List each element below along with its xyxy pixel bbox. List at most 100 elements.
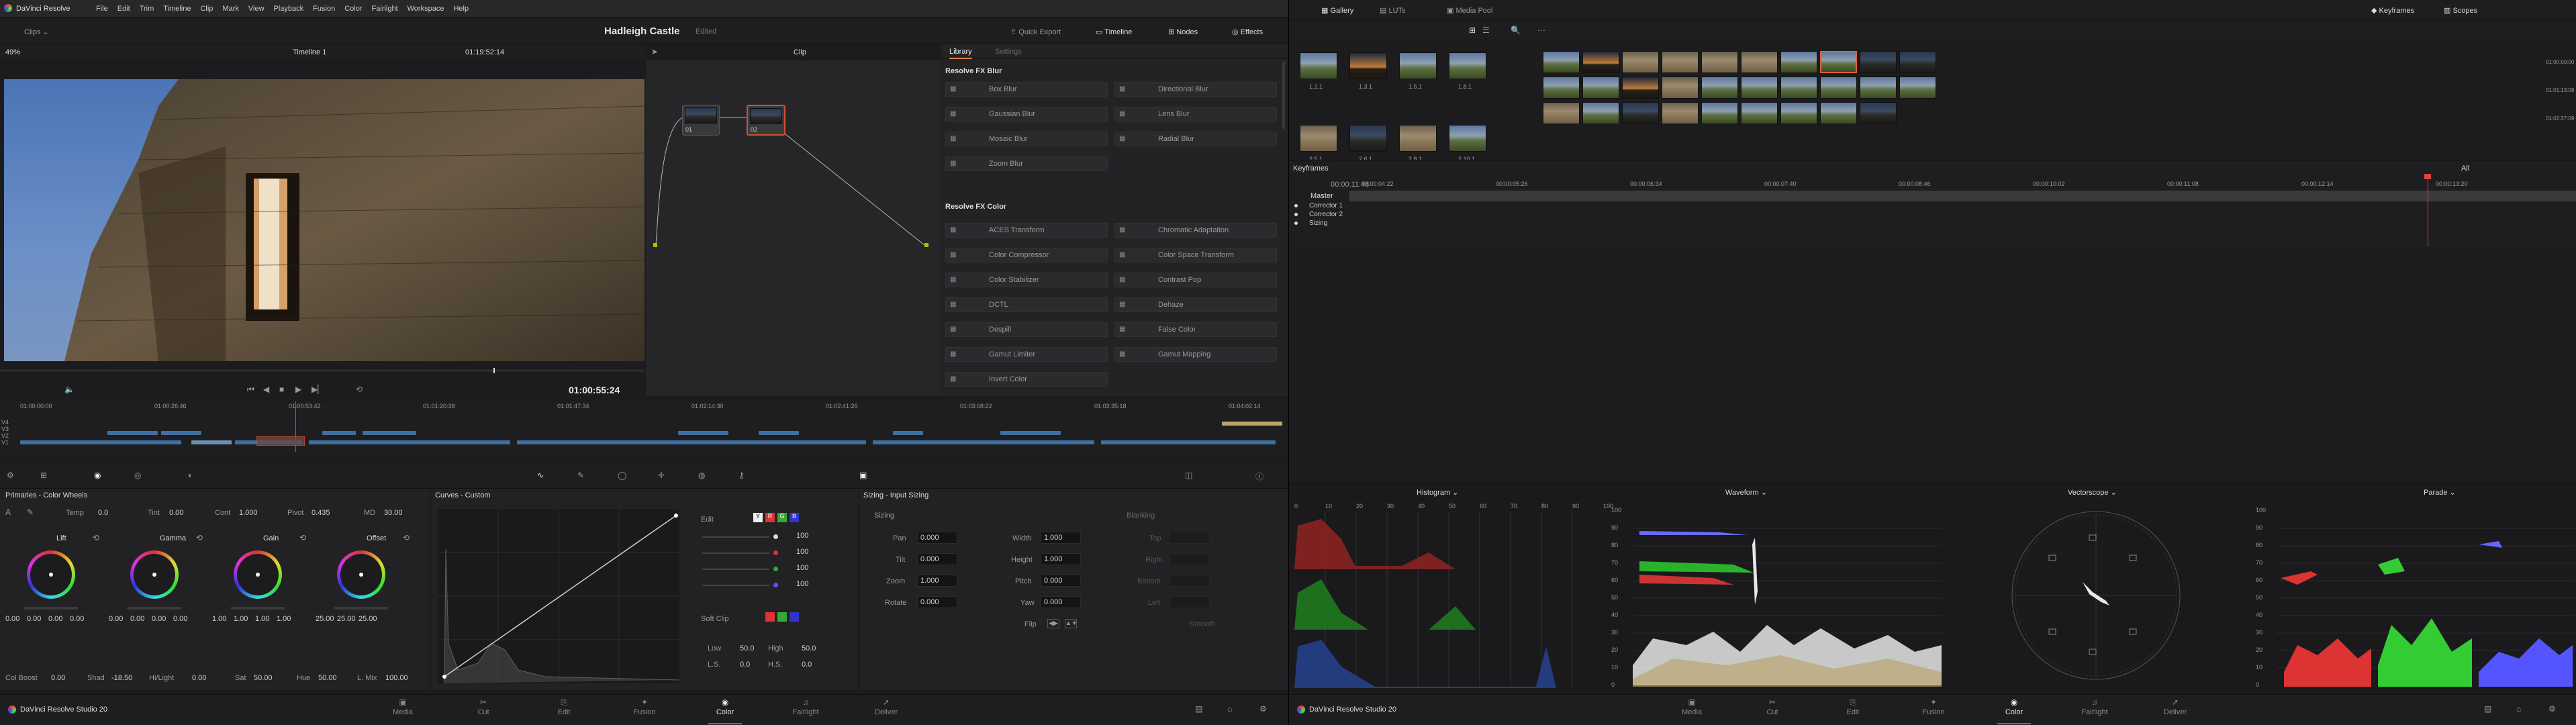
step-forward-button[interactable]: ▶▏ — [312, 385, 324, 394]
master-wheel-ring[interactable] — [334, 607, 388, 610]
effect-item[interactable]: ▦ Chromatic Adaptation — [1114, 223, 1277, 238]
effect-item[interactable]: ▦ Despill — [945, 322, 1108, 337]
media-clip-thumbnail[interactable] — [1701, 51, 1738, 73]
effect-item[interactable]: ▦ DCTL — [945, 297, 1108, 312]
page-tab-media[interactable]: ▣ Media — [1665, 697, 1719, 716]
curves-icon[interactable]: ∿ — [537, 471, 544, 480]
qualifier-icon[interactable]: ✎ — [577, 471, 584, 480]
channel-b[interactable]: B — [790, 513, 799, 522]
cont-value[interactable]: 1.000 — [239, 509, 258, 517]
effect-item[interactable]: ▦ Zoom Blur — [945, 156, 1108, 171]
media-clip-thumbnail[interactable] — [1780, 77, 1817, 99]
intensity-slider[interactable] — [702, 585, 769, 586]
reset-icon[interactable]: ⟲ — [93, 533, 99, 542]
page-tab-edit[interactable]: ⎘ Edit — [1826, 697, 1880, 716]
sizing-icon[interactable]: ▣ — [859, 471, 867, 480]
viewer-image[interactable] — [4, 79, 645, 361]
effect-item[interactable]: ▦ Color Compressor — [945, 248, 1108, 262]
high-value[interactable]: 50.0 — [802, 644, 816, 652]
menu-item[interactable]: Color — [344, 5, 362, 13]
menu-item[interactable]: Trim — [140, 5, 154, 13]
media-clip-thumbnail[interactable] — [1582, 51, 1619, 73]
media-clip-thumbnail[interactable] — [1741, 51, 1778, 73]
temp-value[interactable]: 0.0 — [98, 509, 108, 517]
wheel-value[interactable]: 1.00 — [212, 615, 226, 623]
media-clip-thumbnail[interactable] — [1741, 102, 1778, 124]
parade-title[interactable]: Parade ⌄ — [2424, 488, 2456, 497]
wheel-value[interactable]: 0.00 — [109, 615, 123, 623]
still-thumbnail[interactable] — [1300, 125, 1337, 152]
effect-item[interactable]: ▦ Gaussian Blur — [945, 107, 1108, 122]
menu-item[interactable]: Mark — [222, 5, 238, 13]
project-manager-icon[interactable]: ▤ — [1195, 704, 1202, 714]
media-clip-thumbnail[interactable] — [1582, 77, 1619, 99]
media-clip-thumbnail[interactable] — [1860, 77, 1897, 99]
flip-vertical-icon[interactable]: ▲▼ — [1065, 619, 1078, 628]
width-value[interactable]: 1.000 — [1041, 532, 1081, 544]
gallery-tab[interactable]: ▦ Gallery — [1321, 6, 1353, 15]
softclip-channel-r[interactable] — [765, 612, 775, 622]
stop-button[interactable]: ■ — [279, 385, 284, 394]
lmix-value[interactable]: 100.00 — [385, 674, 408, 682]
tint-value[interactable]: 0.00 — [169, 509, 183, 517]
page-tab-edit[interactable]: ⎘ Edit — [537, 697, 591, 716]
keyframe-row-dot[interactable] — [1294, 204, 1298, 207]
media-clip-thumbnail[interactable] — [1622, 77, 1659, 99]
mini-timeline[interactable]: 01:00:00:00 01:00:26:46 01:00:53:42 01:01:2… — [0, 401, 1288, 455]
effect-item[interactable]: ▦ Invert Color — [945, 372, 1108, 387]
page-tab-deliver[interactable]: ➚ Deliver — [2148, 697, 2202, 716]
library-scrollbar[interactable] — [1282, 62, 1285, 129]
effect-item[interactable]: ▦ Mosaic Blur — [945, 132, 1108, 146]
low-value[interactable]: 50.0 — [740, 644, 754, 652]
effect-item[interactable]: ▦ Radial Blur — [1114, 132, 1277, 146]
menu-item[interactable]: Timeline — [163, 5, 191, 13]
timeline-select[interactable]: Timeline 1 — [293, 48, 326, 56]
project-manager-icon[interactable]: ▤ — [2484, 704, 2491, 714]
picker-icon[interactable]: ✎ — [27, 508, 34, 517]
still-thumbnail[interactable] — [1349, 125, 1387, 152]
media-clip-thumbnail[interactable] — [1860, 102, 1897, 124]
master-wheel-ring[interactable] — [24, 607, 78, 610]
menu-app[interactable]: DaVinci Resolve — [16, 5, 70, 13]
waveform-title[interactable]: Waveform ⌄ — [1725, 488, 1767, 497]
media-clip-thumbnail[interactable] — [1899, 77, 1936, 99]
media-clip-thumbnail[interactable] — [1701, 77, 1738, 99]
effect-item[interactable]: ▦ Contrast Pop — [1114, 273, 1277, 287]
wheel-value[interactable]: 0.00 — [152, 615, 166, 623]
page-tab-fairlight[interactable]: ♫ Fairlight — [779, 697, 832, 716]
media-clip-thumbnail[interactable] — [1780, 102, 1817, 124]
wheel-value[interactable]: 25.00 — [316, 615, 334, 623]
page-tab-deliver[interactable]: ➚ Deliver — [859, 697, 913, 716]
auto-balance-icon[interactable]: A — [5, 508, 11, 517]
intensity-value[interactable]: 100 — [796, 564, 808, 572]
pointer-tool-icon[interactable]: ➤ — [651, 47, 658, 56]
quick-export-button[interactable]: ⇪ Quick Export — [1010, 28, 1061, 36]
keyframe-row-dot[interactable] — [1294, 213, 1298, 216]
shad-value[interactable]: -18.50 — [111, 674, 132, 682]
intensity-value[interactable]: 100 — [796, 548, 808, 556]
media-clip-thumbnail[interactable] — [1701, 102, 1738, 124]
page-tab-fusion[interactable]: ✦ Fusion — [1907, 697, 1960, 716]
reset-icon[interactable]: ⟲ — [403, 533, 410, 542]
scopes-tab[interactable]: ▥ Scopes — [2444, 6, 2477, 15]
menu-item[interactable]: Playback — [274, 5, 304, 13]
media-clip-thumbnail[interactable] — [1622, 51, 1659, 73]
info-icon[interactable]: ⓘ — [1255, 471, 1263, 482]
volume-icon[interactable]: 🔈 — [64, 385, 75, 394]
node-01[interactable]: 01 — [682, 105, 720, 136]
menu-item[interactable]: Fusion — [313, 5, 335, 13]
ls-value[interactable]: 0.0 — [740, 661, 750, 669]
color-wheel[interactable] — [337, 550, 385, 599]
effect-item[interactable]: ▦ Dehaze — [1114, 297, 1277, 312]
channel-r[interactable]: R — [765, 513, 775, 522]
tilt-value[interactable]: 0.000 — [917, 553, 957, 565]
color-wheels-icon[interactable]: ◉ — [94, 471, 101, 480]
effect-item[interactable]: ▦ Gamut Limiter — [945, 347, 1108, 362]
clip-mode-select[interactable]: Clip — [794, 48, 806, 56]
blank-bottom-field[interactable] — [1170, 575, 1210, 587]
blur-icon[interactable]: ◍ — [698, 471, 705, 480]
effect-item[interactable]: ▦ Box Blur — [945, 82, 1108, 97]
media-clip-thumbnail[interactable] — [1662, 77, 1699, 99]
still-thumbnail[interactable] — [1449, 52, 1486, 79]
reset-icon[interactable]: ⟲ — [299, 533, 306, 542]
